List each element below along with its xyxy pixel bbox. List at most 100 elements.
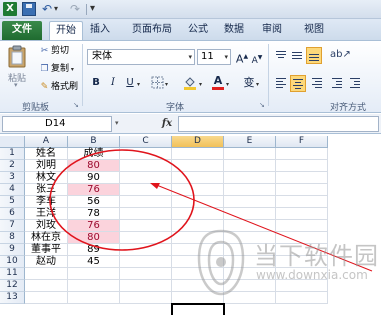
empty-cell[interactable] (120, 208, 172, 220)
empty-cell[interactable] (224, 172, 276, 184)
font-color-dropdown-icon[interactable]: ▾ (226, 81, 229, 88)
borders-dropdown-icon[interactable]: ▾ (165, 81, 168, 88)
row-header[interactable]: 2 (0, 160, 25, 172)
score-cell[interactable]: 90 (68, 172, 120, 184)
row-header[interactable]: 7 (0, 220, 25, 232)
column-header-a[interactable]: A (25, 136, 68, 148)
undo-icon[interactable]: ↶ (40, 2, 54, 16)
score-cell[interactable]: 76 (68, 220, 120, 232)
align-right-button[interactable] (310, 77, 324, 90)
align-bottom-button[interactable] (306, 47, 322, 64)
empty-cell[interactable] (120, 172, 172, 184)
empty-cell[interactable] (172, 172, 224, 184)
column-header-b[interactable]: B (68, 136, 120, 148)
empty-cell[interactable] (172, 148, 224, 160)
column-header-e[interactable]: E (224, 136, 276, 148)
score-cell[interactable]: 89 (68, 244, 120, 256)
select-all-button[interactable] (0, 136, 25, 148)
row-header[interactable]: 12 (0, 280, 25, 292)
row-header[interactable]: 1 (0, 148, 25, 160)
cut-button[interactable]: ✂ 剪切 (38, 44, 69, 58)
font-name-select[interactable]: 宋体 ▾ (87, 49, 195, 65)
empty-cell[interactable] (276, 208, 328, 220)
shrink-font-button[interactable]: A▼ (250, 51, 264, 66)
name-cell[interactable]: 张三 (25, 184, 68, 196)
name-cell[interactable]: 李车 (25, 196, 68, 208)
score-cell[interactable]: 78 (68, 208, 120, 220)
customize-toolbar-icon[interactable]: ▾ (90, 2, 104, 16)
row-header[interactable]: 5 (0, 196, 25, 208)
empty-cell[interactable] (120, 220, 172, 232)
empty-cell[interactable] (120, 244, 172, 256)
score-cell[interactable]: 80 (68, 232, 120, 244)
decrease-indent-button[interactable] (330, 77, 344, 90)
grow-font-button[interactable]: A▲ (235, 50, 249, 66)
name-cell[interactable]: 林文 (25, 172, 68, 184)
underline-button[interactable]: U (123, 76, 137, 90)
empty-cell[interactable] (276, 220, 328, 232)
phonetic-dropdown-icon[interactable]: ▾ (256, 81, 259, 88)
empty-cell[interactable] (224, 196, 276, 208)
name-cell[interactable]: 董事平 (25, 244, 68, 256)
empty-cell[interactable] (120, 196, 172, 208)
name-cell[interactable] (25, 292, 68, 304)
name-cell[interactable]: 刘玫 (25, 220, 68, 232)
empty-cell[interactable] (172, 196, 224, 208)
underline-dropdown-icon[interactable]: ▾ (137, 81, 140, 88)
score-cell[interactable]: 76 (68, 184, 120, 196)
empty-cell[interactable] (224, 184, 276, 196)
column-header-d[interactable]: D (172, 136, 224, 148)
paste-button[interactable]: 粘贴 ▾ (3, 43, 31, 89)
formula-input[interactable] (178, 116, 379, 132)
clipboard-launcher-icon[interactable]: ↘ (73, 101, 79, 109)
tab-view[interactable]: 视图 (300, 21, 328, 40)
tab-home[interactable]: 开始 (49, 21, 83, 40)
tab-data[interactable]: 数据 (220, 21, 248, 40)
format-painter-button[interactable]: ✎ 格式刷 (38, 80, 78, 94)
row-header[interactable]: 11 (0, 268, 25, 280)
row-header[interactable]: 8 (0, 232, 25, 244)
empty-cell[interactable] (276, 184, 328, 196)
score-cell[interactable]: 56 (68, 196, 120, 208)
row-header[interactable]: 3 (0, 172, 25, 184)
empty-cell[interactable] (224, 148, 276, 160)
tab-file[interactable]: 文件 (2, 21, 42, 40)
align-middle-button[interactable] (290, 49, 304, 62)
row-header[interactable]: 9 (0, 244, 25, 256)
copy-button[interactable]: ❐ 复制 ▾ (38, 62, 73, 76)
tab-insert[interactable]: 插入 (85, 21, 115, 40)
empty-cell[interactable] (276, 160, 328, 172)
fill-color-dropdown-icon[interactable]: ▾ (199, 81, 202, 88)
empty-cell[interactable] (276, 148, 328, 160)
empty-cell[interactable] (120, 268, 172, 280)
chevron-down-icon[interactable]: ▾ (115, 119, 119, 127)
empty-cell[interactable] (120, 148, 172, 160)
tab-page-layout[interactable]: 页面布局 (126, 21, 178, 40)
score-cell[interactable] (68, 280, 120, 292)
column-header-f[interactable]: F (276, 136, 328, 148)
excel-logo-icon[interactable]: X (3, 2, 17, 16)
empty-cell[interactable] (120, 280, 172, 292)
empty-cell[interactable] (276, 292, 328, 304)
empty-cell[interactable] (224, 208, 276, 220)
align-center-button[interactable] (290, 75, 306, 92)
insert-function-button[interactable]: fx (160, 117, 174, 131)
empty-cell[interactable] (172, 208, 224, 220)
score-cell[interactable]: 45 (68, 256, 120, 268)
redo-icon[interactable]: ↷ (68, 2, 82, 16)
empty-cell[interactable] (276, 172, 328, 184)
bold-button[interactable]: B (89, 76, 103, 90)
row-header[interactable]: 6 (0, 208, 25, 220)
row-header[interactable]: 10 (0, 256, 25, 268)
empty-cell[interactable] (120, 256, 172, 268)
column-header-c[interactable]: C (120, 136, 172, 148)
align-left-button[interactable] (274, 77, 288, 90)
empty-cell[interactable] (120, 292, 172, 304)
row-header[interactable]: 13 (0, 292, 25, 304)
empty-cell[interactable] (172, 184, 224, 196)
score-cell[interactable] (68, 292, 120, 304)
font-color-button[interactable]: A (211, 74, 225, 90)
fill-color-button[interactable] (183, 76, 197, 90)
empty-cell[interactable] (120, 160, 172, 172)
score-cell[interactable]: 80 (68, 160, 120, 172)
